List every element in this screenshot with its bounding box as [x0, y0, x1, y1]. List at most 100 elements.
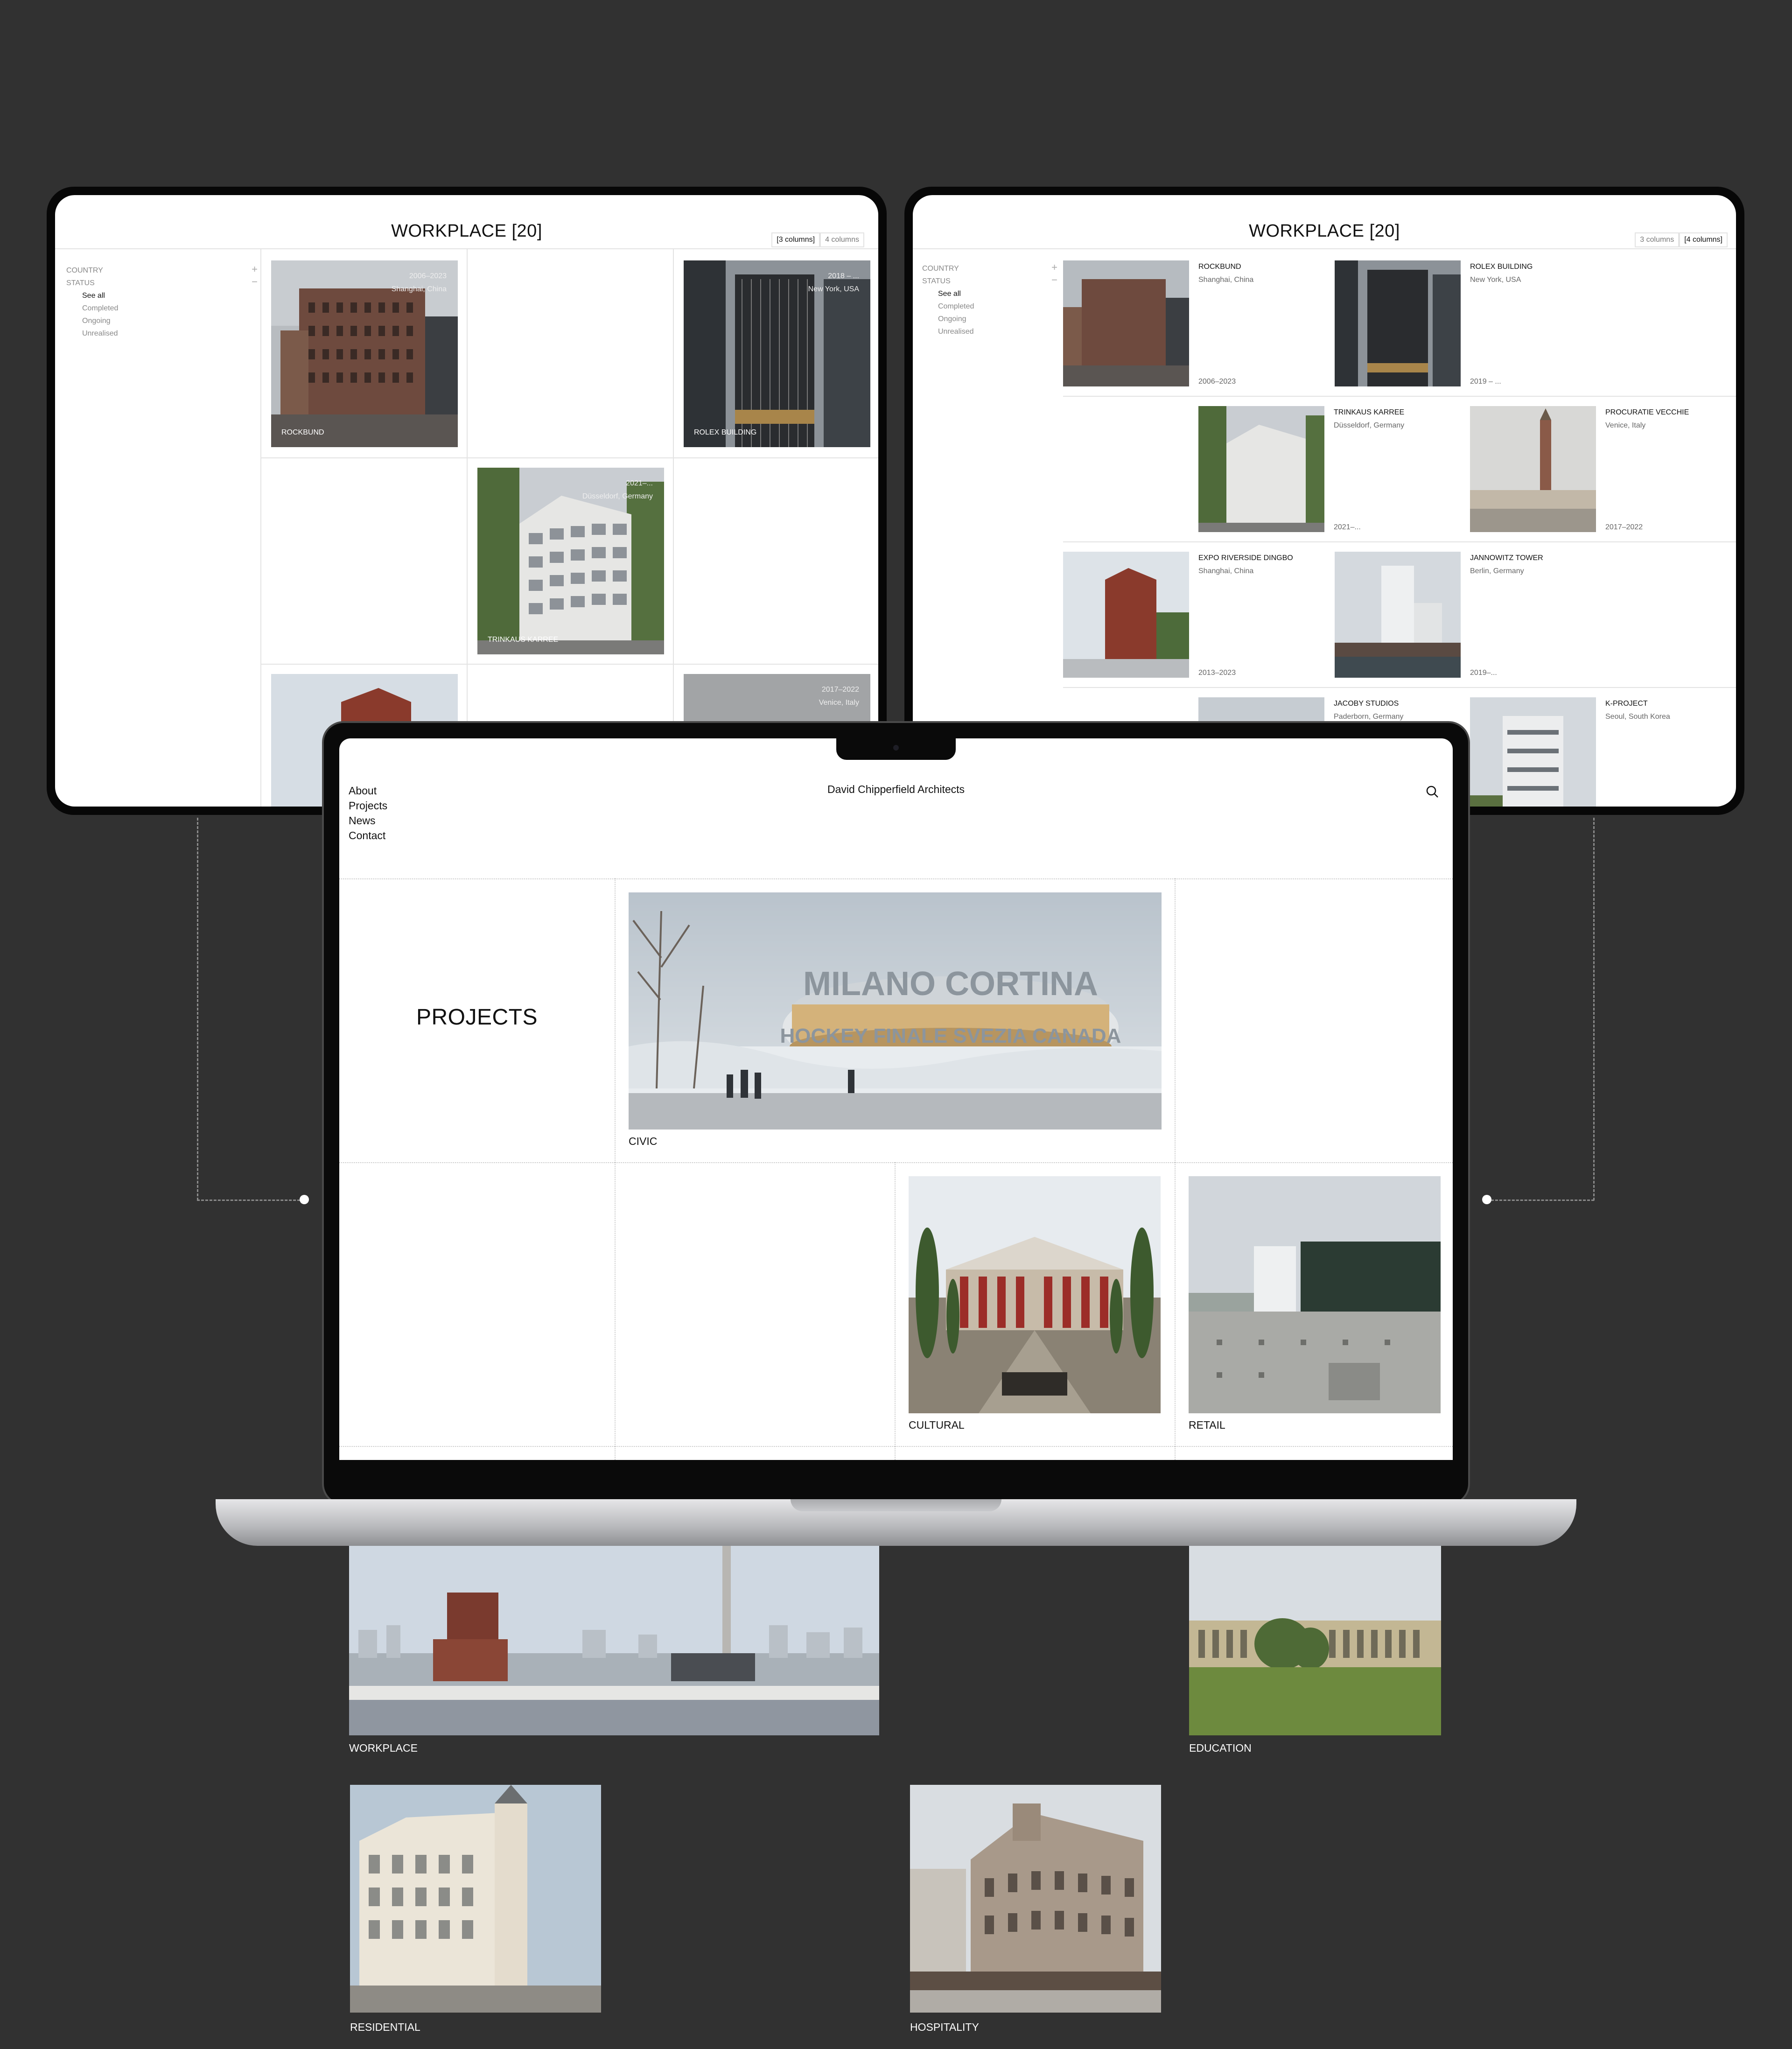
camera-icon: [893, 745, 899, 751]
project-name: TRINKAUS KARREE: [488, 636, 559, 644]
project-list-item[interactable]: JANNOWITZ TOWER Berlin, Germany 2019–...: [1470, 552, 1591, 682]
project-thumb-rockbund[interactable]: [1063, 260, 1189, 386]
status-option-completed[interactable]: Completed: [66, 302, 258, 315]
status-option-ongoing[interactable]: Ongoing: [922, 313, 1057, 325]
project-name: ROCKBUND: [1198, 263, 1241, 271]
project-card-rockbund[interactable]: 2006–2023 Shanghai, China ROCKBUND: [271, 260, 458, 447]
project-list-item[interactable]: TRINKAUS KARREE Düsseldorf, Germany 2021…: [1334, 406, 1455, 537]
filter-panel: COUNTRY + STATUS − See all Completed Ongoi…: [922, 262, 1057, 338]
category-card-education[interactable]: [1189, 1546, 1441, 1735]
category-label-workplace[interactable]: WORKPLACE: [349, 1742, 418, 1754]
laptop-lip: [791, 1499, 1001, 1511]
page-title: WORKPLACE [20]: [1249, 221, 1400, 241]
category-label-hospitality[interactable]: HOSPITALITY: [910, 2021, 979, 2034]
country-filter[interactable]: COUNTRY: [66, 264, 103, 277]
status-option-see-all[interactable]: See all: [66, 289, 258, 302]
status-filter[interactable]: STATUS: [922, 275, 951, 288]
category-card-cultural[interactable]: [909, 1176, 1161, 1413]
project-name: EXPO RIVERSIDE DINGBO: [1198, 554, 1293, 562]
category-label-civic[interactable]: CIVIC: [629, 1135, 657, 1148]
nav-news[interactable]: News: [349, 813, 387, 828]
status-option-unrealised[interactable]: Unrealised: [66, 327, 258, 340]
project-thumb-k-project[interactable]: [1470, 697, 1596, 807]
grid-divider: [615, 878, 616, 1460]
nav-projects[interactable]: Projects: [349, 798, 387, 813]
project-location: Venice, Italy: [1605, 421, 1646, 429]
project-location: Düsseldorf, Germany: [1334, 421, 1405, 429]
connector-right-vertical: [1593, 818, 1595, 1200]
project-meta: 2018 – ... New York, USA: [808, 272, 859, 293]
project-list-item[interactable]: ROCKBUND Shanghai, China 2006–2023: [1198, 260, 1320, 391]
column-toggle: [3 columns] 4 columns: [771, 232, 864, 247]
project-list-item[interactable]: ROLEX BUILDING New York, USA 2019 – ...: [1470, 260, 1591, 391]
project-list-item[interactable]: EXPO RIVERSIDE DINGBO Shanghai, China 20…: [1198, 552, 1320, 682]
project-meta: 2021–... Düsseldorf, Germany: [582, 479, 653, 500]
plus-icon[interactable]: +: [1051, 262, 1057, 275]
category-card-workplace[interactable]: [349, 1546, 879, 1735]
three-columns-button[interactable]: 3 columns: [1635, 232, 1680, 247]
status-option-ongoing[interactable]: Ongoing: [66, 315, 258, 327]
status-option-see-all[interactable]: See all: [922, 288, 1057, 300]
row-divider: [1063, 687, 1736, 688]
grid-divider: [261, 664, 878, 665]
project-list-item[interactable]: K-PROJECT Seoul, South Korea: [1605, 697, 1727, 723]
laptop-screen: About Projects News Contact David Chippe…: [339, 738, 1453, 1460]
four-columns-button[interactable]: 4 columns: [820, 232, 864, 247]
category-card-civic[interactable]: MILANO CORTINA HOCKEY FINALE SVEZIA CANA…: [629, 892, 1162, 1130]
project-year: 2013–2023: [1198, 669, 1236, 677]
category-card-retail[interactable]: [1189, 1176, 1441, 1413]
project-year: 2019 – ...: [1470, 378, 1501, 386]
site-title[interactable]: David Chipperfield Architects: [339, 783, 1453, 796]
column-toggle: 3 columns [4 columns]: [1635, 232, 1728, 247]
right-tablet-screen: WORKPLACE [20] 3 columns [4 columns] COU…: [913, 195, 1736, 807]
minus-icon[interactable]: −: [1051, 275, 1057, 288]
status-option-unrealised[interactable]: Unrealised: [922, 325, 1057, 338]
status-option-completed[interactable]: Completed: [922, 300, 1057, 313]
page-title: WORKPLACE [20]: [391, 221, 542, 241]
category-label-retail[interactable]: RETAIL: [1189, 1419, 1225, 1431]
project-thumb-trinkaus-karree[interactable]: [1198, 406, 1324, 532]
category-card-residential[interactable]: [350, 1785, 601, 2013]
category-label-cultural[interactable]: CULTURAL: [909, 1419, 965, 1431]
three-columns-button[interactable]: [3 columns]: [771, 232, 820, 247]
four-columns-button[interactable]: [4 columns]: [1679, 232, 1728, 247]
retail-image: [1189, 1176, 1441, 1413]
workplace-image: [349, 1546, 879, 1735]
category-label-education[interactable]: EDUCATION: [1189, 1742, 1252, 1754]
civic-sign-top: MILANO CORTINA: [803, 965, 1098, 1003]
connector-right-dot: [1482, 1195, 1491, 1204]
project-list-item[interactable]: PROCURATIE VECCHIE Venice, Italy 2017–20…: [1605, 406, 1727, 537]
project-name: ROLEX BUILDING: [694, 428, 757, 436]
grid-divider: [1175, 878, 1176, 1460]
project-thumb-rolex-building[interactable]: [1335, 260, 1461, 386]
project-year: 2006–2023: [1198, 378, 1236, 386]
project-location: Shanghai, China: [1198, 276, 1254, 284]
project-location: New York, USA: [1470, 276, 1521, 284]
project-thumb-expo-riverside-dingbo[interactable]: [1063, 552, 1189, 678]
category-label-residential[interactable]: RESIDENTIAL: [350, 2021, 420, 2034]
search-icon[interactable]: [1426, 785, 1439, 798]
status-filter[interactable]: STATUS: [66, 277, 95, 289]
country-filter[interactable]: COUNTRY: [922, 262, 959, 275]
category-card-hospitality[interactable]: [910, 1785, 1161, 2013]
nav-contact[interactable]: Contact: [349, 828, 387, 843]
civic-sign-bottom: HOCKEY FINALE SVEZIA CANADA: [780, 1024, 1121, 1047]
project-thumb-procuratie-vecchie[interactable]: [1470, 406, 1596, 532]
project-card-rolex-building[interactable]: 2018 – ... New York, USA ROLEX BUILDING: [684, 260, 870, 447]
hospitality-image: [910, 1785, 1161, 2013]
minus-icon[interactable]: −: [252, 277, 258, 289]
sidebar-divider: [260, 249, 261, 807]
project-year: 2017–2022: [1605, 523, 1643, 531]
connector-right-horizontal: [1487, 1200, 1594, 1201]
project-name: PROCURATIE VECCHIE: [1605, 408, 1689, 416]
project-name: JACOBY STUDIOS: [1334, 700, 1399, 708]
project-year: 2019–...: [1470, 669, 1497, 677]
residential-image: [350, 1785, 601, 2013]
project-location: Shanghai, China: [1198, 567, 1254, 575]
project-meta: 2006–2023 Shanghai, China: [391, 272, 447, 293]
project-list-item[interactable]: JACOBY STUDIOS Paderborn, Germany: [1334, 697, 1455, 723]
project-card-trinkaus-karree[interactable]: 2021–... Düsseldorf, Germany TRINKAUS KAR…: [477, 468, 664, 654]
project-thumb-jannowitz-tower[interactable]: [1335, 552, 1461, 678]
project-name: K-PROJECT: [1605, 700, 1648, 708]
plus-icon[interactable]: +: [252, 264, 258, 277]
